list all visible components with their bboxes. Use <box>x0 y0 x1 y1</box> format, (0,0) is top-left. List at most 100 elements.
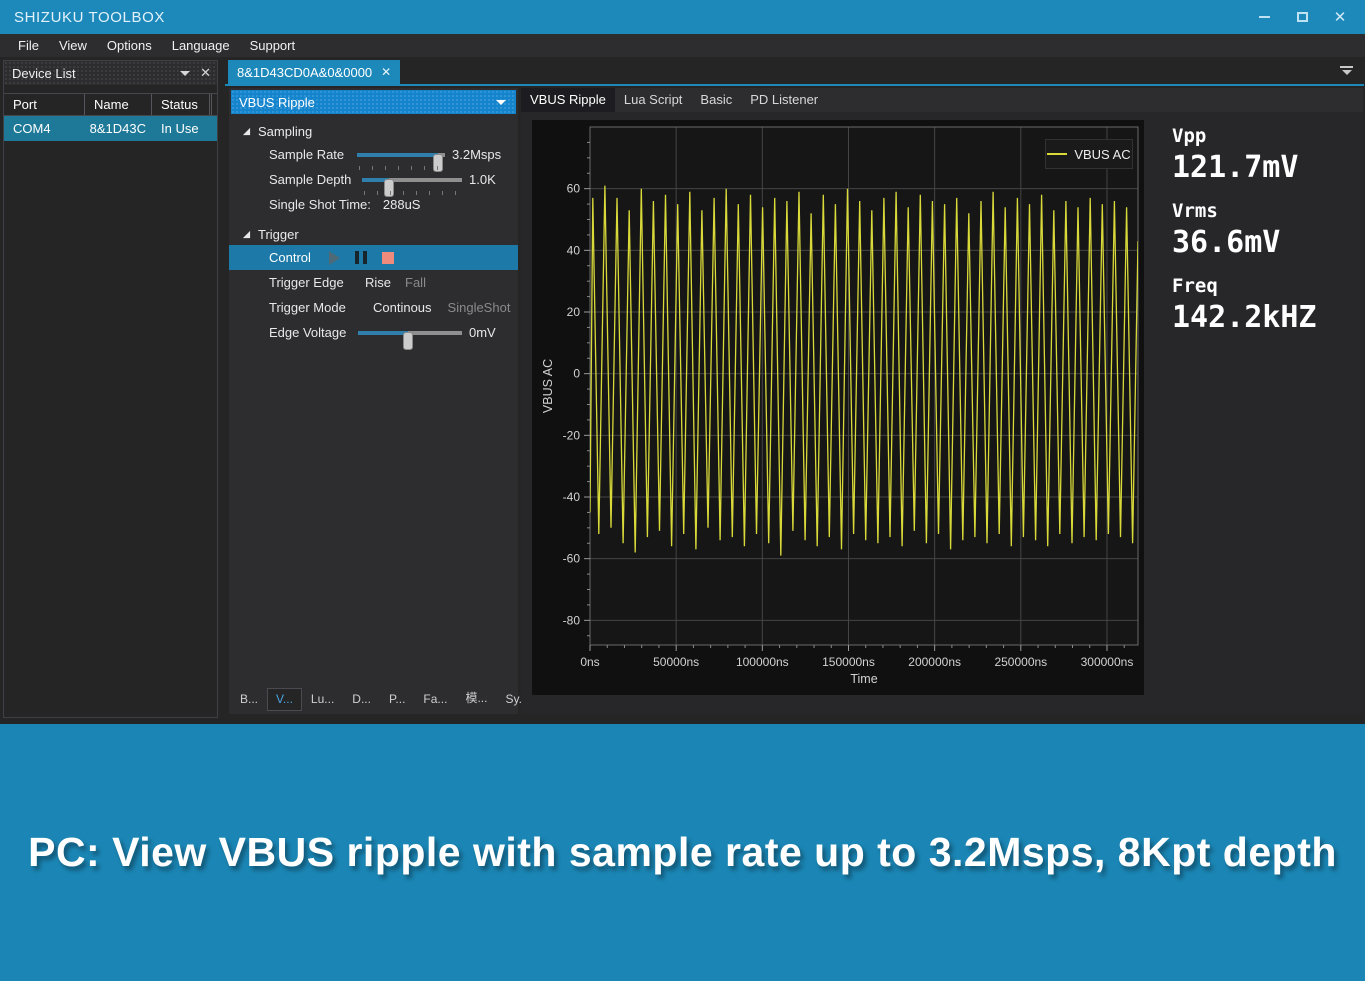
props-tab-B[interactable]: B... <box>231 688 267 711</box>
svg-text:300000ns: 300000ns <box>1081 655 1134 669</box>
window-list-icon[interactable] <box>1340 66 1353 77</box>
caption-text: PC: View VBUS ripple with sample rate up… <box>28 829 1337 876</box>
slider-ticks <box>364 191 460 195</box>
device-status: In Use <box>152 121 212 136</box>
device-column-header-name: Name <box>85 94 152 115</box>
tab-vbus-ripple[interactable]: VBUS Ripple <box>521 88 615 112</box>
sample-rate-value: 3.2Msps <box>452 147 501 162</box>
group-sampling[interactable]: Sampling <box>229 120 518 142</box>
measurements-panel: Vpp121.7mV Vrms36.6mV Freq142.2kHZ <box>1172 124 1317 349</box>
sample-depth-slider[interactable] <box>362 170 462 190</box>
menu-item-file[interactable]: File <box>8 35 49 56</box>
chart-svg: 0ns50000ns100000ns150000ns200000ns250000… <box>532 120 1144 695</box>
trigger-edge-row: Trigger Edge Rise Fall <box>229 270 518 295</box>
tab-lua-script[interactable]: Lua Script <box>615 88 692 112</box>
edge-voltage-label: Edge Voltage <box>269 325 353 340</box>
trigger-edge-option-rise[interactable]: Rise <box>365 275 391 290</box>
stop-icon[interactable] <box>382 252 394 264</box>
expander-icon <box>242 230 251 239</box>
device-column-header-port: Port <box>4 94 85 115</box>
caption-banner: PC: View VBUS ripple with sample rate up… <box>0 724 1365 981</box>
props-tab-模[interactable]: 模... <box>456 685 496 711</box>
measurement-value: 142.2kHZ <box>1172 299 1317 336</box>
view-selector-label: VBUS Ripple <box>239 95 496 110</box>
trigger-mode-option-singleshot[interactable]: SingleShot <box>448 300 511 315</box>
measurement-vpp: Vpp121.7mV <box>1172 124 1317 186</box>
view-selector-dropdown[interactable]: VBUS Ripple <box>231 90 516 114</box>
svg-text:40: 40 <box>567 243 581 257</box>
group-sampling-label: Sampling <box>258 124 312 139</box>
svg-text:-40: -40 <box>563 490 581 504</box>
control-label: Control <box>269 250 311 265</box>
play-icon[interactable] <box>329 251 340 265</box>
measurement-label: Freq <box>1172 274 1317 299</box>
document-tab-close-icon[interactable]: ✕ <box>381 65 391 79</box>
device-name: 8&1D43C <box>85 121 152 136</box>
svg-text:0ns: 0ns <box>580 655 599 669</box>
svg-text:-60: -60 <box>563 552 581 566</box>
chart-content: 0ns50000ns100000ns150000ns200000ns250000… <box>521 112 1363 714</box>
device-list-panel: Device List ✕ PortNameStatus COM48&1D43C… <box>3 60 218 718</box>
measurement-value: 36.6mV <box>1172 224 1317 261</box>
chart-tab-bar: VBUS RippleLua ScriptBasicPD Listener <box>521 88 1363 112</box>
slider-thumb[interactable] <box>403 332 413 350</box>
menu-bar: FileViewOptionsLanguageSupport <box>0 34 1365 57</box>
close-icon: ✕ <box>1334 10 1347 25</box>
trigger-mode-label: Trigger Mode <box>269 300 373 315</box>
group-trigger-label: Trigger <box>258 227 299 242</box>
edge-voltage-slider[interactable] <box>358 323 462 343</box>
measurement-vrms: Vrms36.6mV <box>1172 199 1317 261</box>
properties-panel: VBUS Ripple Sampling Sample Rate 3.2Msps… <box>229 88 518 714</box>
props-tab-P[interactable]: P... <box>380 688 414 711</box>
close-button[interactable]: ✕ <box>1321 0 1359 34</box>
props-tab-Lu[interactable]: Lu... <box>302 688 343 711</box>
sample-rate-slider[interactable] <box>357 145 445 165</box>
device-table-body: COM48&1D43CIn Use <box>4 116 217 141</box>
svg-text:60: 60 <box>567 182 581 196</box>
device-port: COM4 <box>4 121 85 136</box>
menu-item-language[interactable]: Language <box>162 35 240 56</box>
maximize-icon <box>1297 12 1308 22</box>
chevron-down-icon[interactable] <box>180 71 190 76</box>
svg-text:Time: Time <box>850 672 877 686</box>
menu-item-view[interactable]: View <box>49 35 97 56</box>
legend-line-sample <box>1047 153 1067 155</box>
minimize-button[interactable] <box>1245 0 1283 34</box>
trigger-control-row: Control <box>229 245 518 270</box>
tab-pd-listener[interactable]: PD Listener <box>741 88 827 112</box>
svg-text:20: 20 <box>567 305 581 319</box>
trigger-mode-option-continous[interactable]: Continous <box>373 300 432 315</box>
tab-basic[interactable]: Basic <box>691 88 741 112</box>
sample-depth-value: 1.0K <box>469 172 496 187</box>
props-tab-D[interactable]: D... <box>343 688 380 711</box>
table-row[interactable]: COM48&1D43CIn Use <box>4 116 217 141</box>
pause-icon[interactable] <box>355 251 367 264</box>
single-shot-row: Single Shot Time: 288uS <box>229 192 518 217</box>
maximize-button[interactable] <box>1283 0 1321 34</box>
sample-depth-label: Sample Depth <box>269 172 357 187</box>
trigger-edge-option-fall[interactable]: Fall <box>405 275 426 290</box>
close-panel-icon[interactable]: ✕ <box>200 65 211 81</box>
svg-text:-20: -20 <box>563 428 581 442</box>
group-trigger[interactable]: Trigger <box>229 223 518 245</box>
props-tab-Fa[interactable]: Fa... <box>414 688 456 711</box>
document-tab[interactable]: 8&1D43CD0A&0&0000 ✕ <box>228 60 400 84</box>
sample-depth-row: Sample Depth 1.0K <box>229 167 518 192</box>
device-list-title-bar[interactable]: Device List ✕ <box>4 61 217 85</box>
vbus-ripple-chart[interactable]: 0ns50000ns100000ns150000ns200000ns250000… <box>532 120 1144 695</box>
svg-text:100000ns: 100000ns <box>736 655 789 669</box>
device-column-header-status: Status <box>152 94 212 115</box>
measurement-label: Vpp <box>1172 124 1317 149</box>
sample-rate-row: Sample Rate 3.2Msps <box>229 142 518 167</box>
document-tab-label: 8&1D43CD0A&0&0000 <box>237 65 372 80</box>
trigger-mode-row: Trigger Mode Continous SingleShot <box>229 295 518 320</box>
single-shot-label: Single Shot Time: <box>269 197 371 212</box>
properties-bottom-tabs: B...V...Lu...D...P...Fa...模...Sy... <box>231 685 538 711</box>
document-tab-underline <box>225 84 1364 86</box>
props-tab-V[interactable]: V... <box>267 688 302 711</box>
single-shot-value: 288uS <box>383 197 421 212</box>
menu-item-support[interactable]: Support <box>240 35 306 56</box>
menu-item-options[interactable]: Options <box>97 35 162 56</box>
svg-text:150000ns: 150000ns <box>822 655 875 669</box>
app-window: SHIZUKU TOOLBOX ✕ FileViewOptionsLanguag… <box>0 0 1365 724</box>
